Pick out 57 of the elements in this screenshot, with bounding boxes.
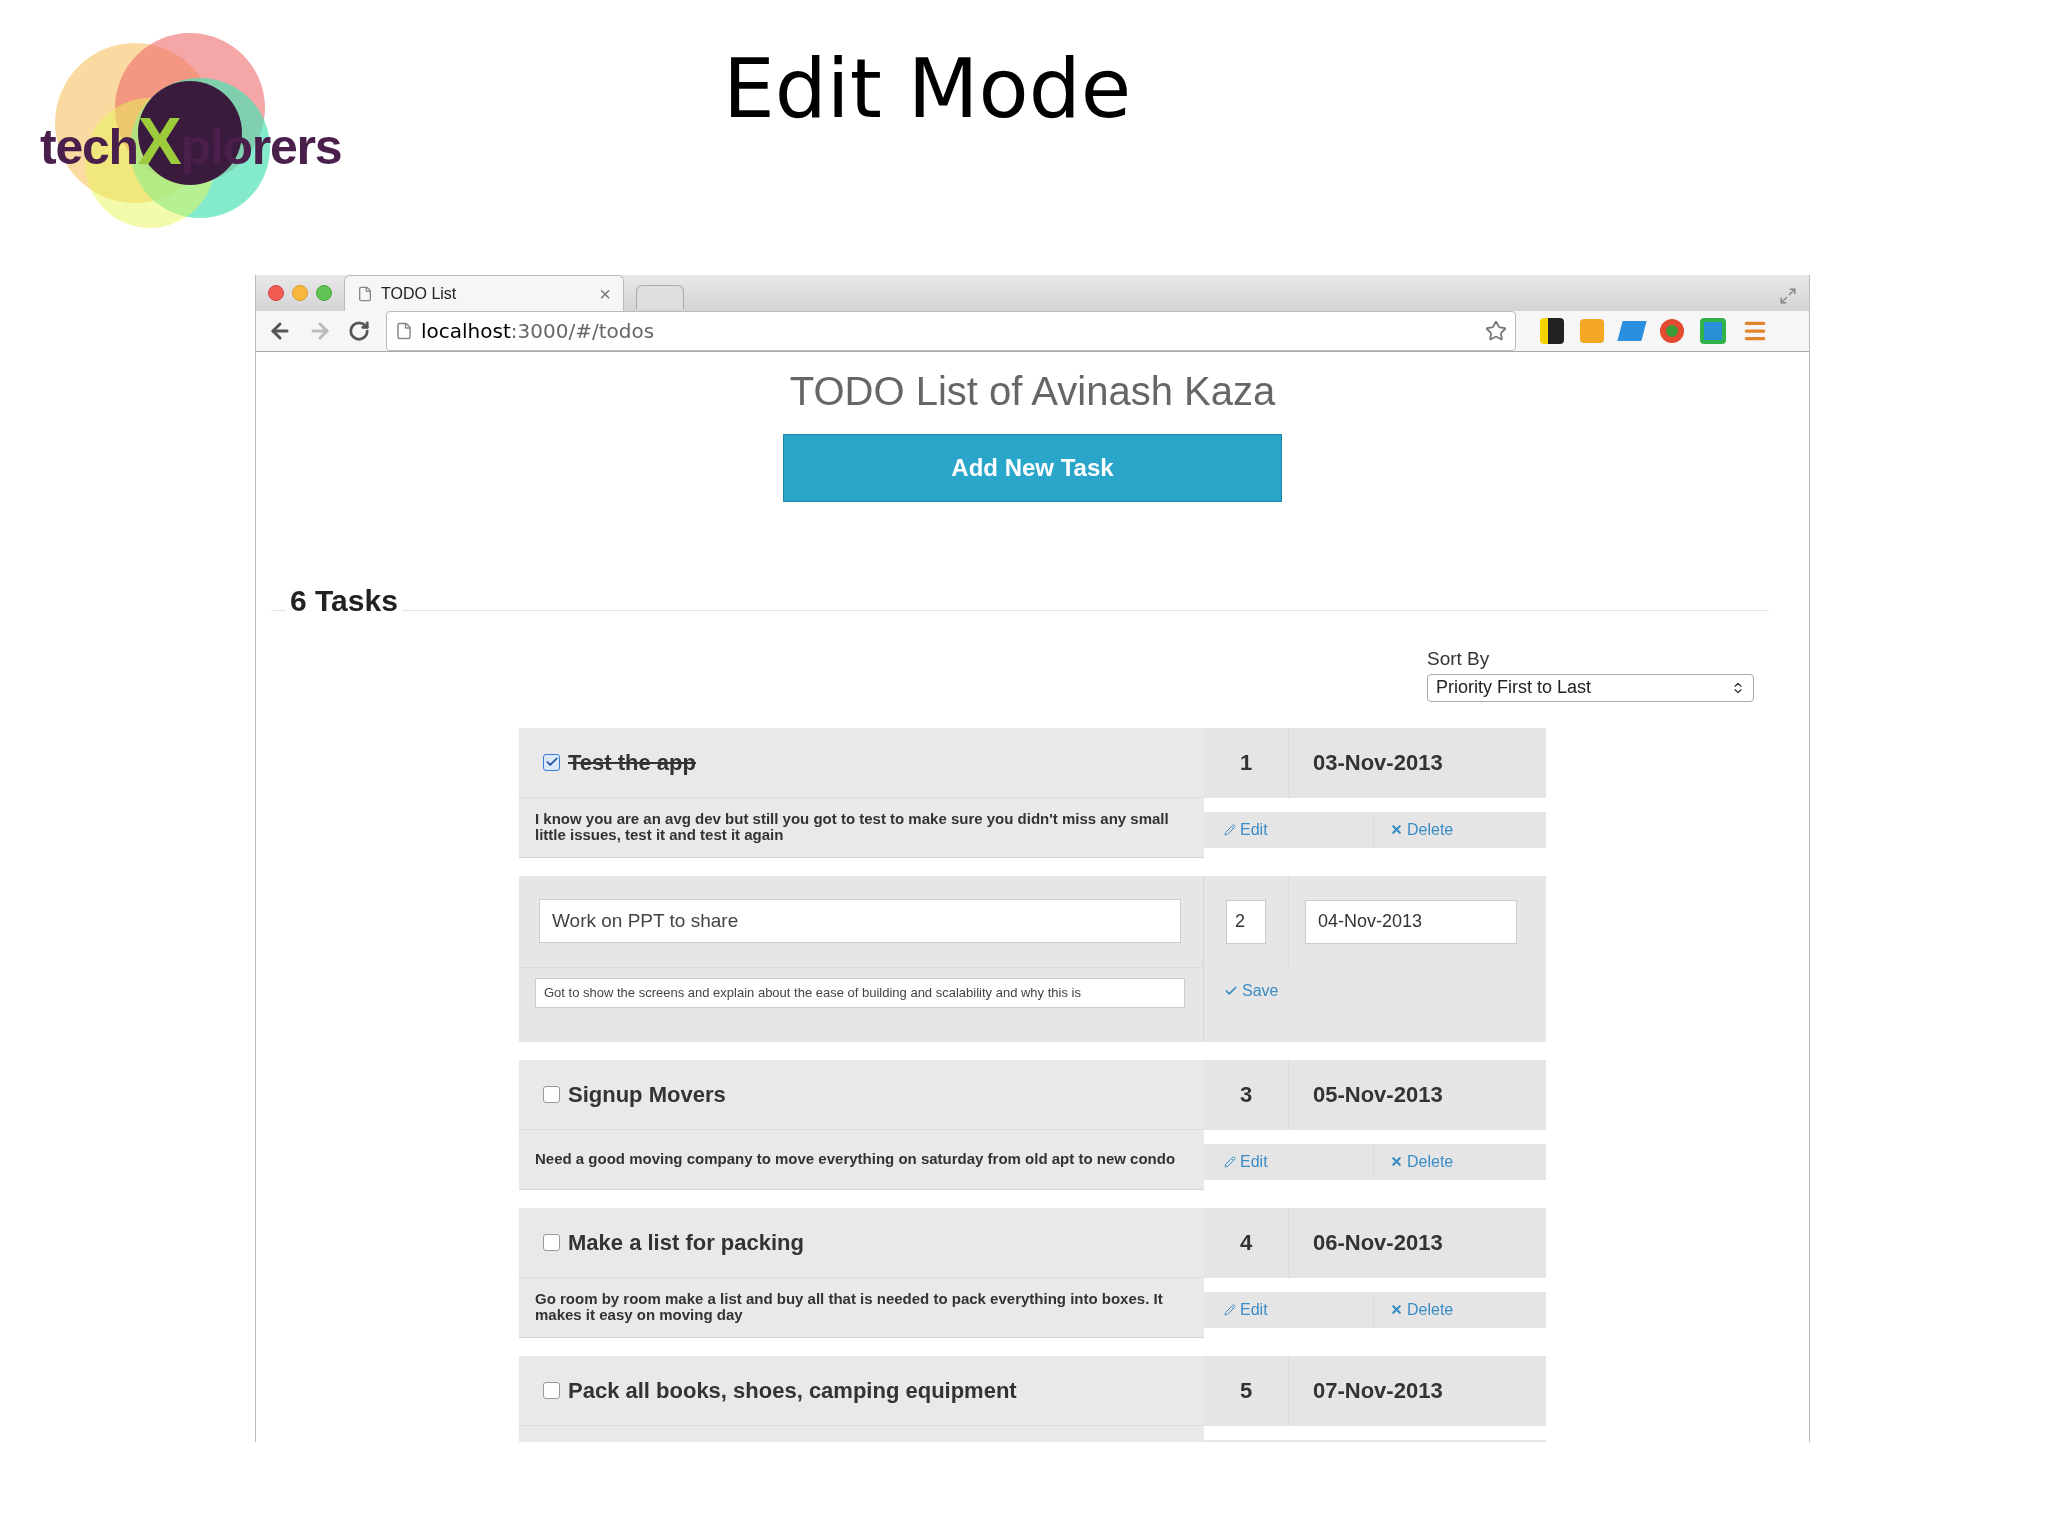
edit-link[interactable]: Edit [1224,1297,1268,1322]
fullscreen-icon[interactable] [1779,287,1797,305]
extension-icon[interactable] [1700,318,1726,344]
sort-label: Sort By [1427,647,1491,671]
minimize-window-button[interactable] [292,285,308,301]
bookmark-star-icon[interactable] [1485,320,1507,342]
task-title: Make a list for packing [568,1228,804,1257]
priority-input[interactable]: 2 [1226,899,1266,944]
check-icon [544,755,559,769]
date-cell: 03-Nov-2013 [1289,727,1546,798]
reload-icon[interactable] [348,320,370,342]
page-icon [357,285,373,302]
date-cell: 06-Nov-2013 [1289,1207,1546,1278]
pencil-icon [1224,823,1236,836]
pencil-icon [1224,1303,1236,1316]
target-extension-icon[interactable] [1660,319,1684,343]
tab-close-button[interactable]: × [599,278,611,309]
sort-select[interactable]: Priority First to Last [1427,673,1754,702]
date-cell: 05-Nov-2013 [1289,1059,1546,1130]
new-tab-button[interactable] [636,285,684,309]
task-title: Pack all books, shoes, camping equipment [568,1376,1017,1405]
task-checkbox[interactable] [543,1381,560,1399]
close-icon [1390,823,1403,836]
address-url: localhost:3000/#/todos [421,318,656,345]
extension-icon[interactable] [1617,321,1647,341]
tab-title: TODO List [381,283,458,304]
task-description: Go room by room make a list and buy all that is needed to pack everything into boxes. It makes it easy on moving day [535,1291,1164,1323]
task-checkbox[interactable] [543,1085,560,1103]
edit-link[interactable]: Edit [1224,817,1268,842]
page-title: TODO List of Avinash Kaza [789,368,1276,415]
save-link[interactable]: Save [1224,978,1279,1003]
close-icon [1390,1155,1403,1168]
slide-title: Edit Mode [723,48,1132,130]
close-icon [1390,1303,1403,1316]
pencil-icon [1224,1155,1236,1168]
date-cell: 07-Nov-2013 [1289,1355,1546,1426]
edit-link[interactable]: Edit [1224,1149,1268,1174]
priority-cell: 1 [1204,727,1289,798]
priority-cell: 4 [1204,1207,1289,1278]
maximize-window-button[interactable] [316,285,332,301]
task-title: Test the app [568,748,696,777]
priority-cell: 3 [1204,1059,1289,1130]
priority-cell: 5 [1204,1355,1289,1426]
page-icon [395,322,413,340]
task-checkbox[interactable] [543,1233,560,1251]
description-input[interactable]: Got to show the screens and explain about the ease of building and scalability and why this is [535,977,1185,1008]
address-bar[interactable]: localhost:3000/#/todos [386,311,1516,351]
phone-extension-icon[interactable] [1540,318,1564,344]
browser-tab[interactable]: TODO List × [344,275,624,311]
title-input[interactable]: Work on PPT to share [539,899,1181,943]
close-window-button[interactable] [268,285,284,301]
add-task-button[interactable]: Add New Task [783,434,1282,502]
task-checkbox[interactable] [543,753,560,771]
task-description: Need a good moving company to move everything on saturday from old apt to new condo [535,1151,1176,1167]
task-description: I know you are an avg dev but still you got to test to make sure you didn't miss any small little issues, test it and test it again [535,811,1170,843]
task-title: Signup Movers [568,1080,726,1109]
date-input[interactable]: 04-Nov-2013 [1305,899,1517,944]
